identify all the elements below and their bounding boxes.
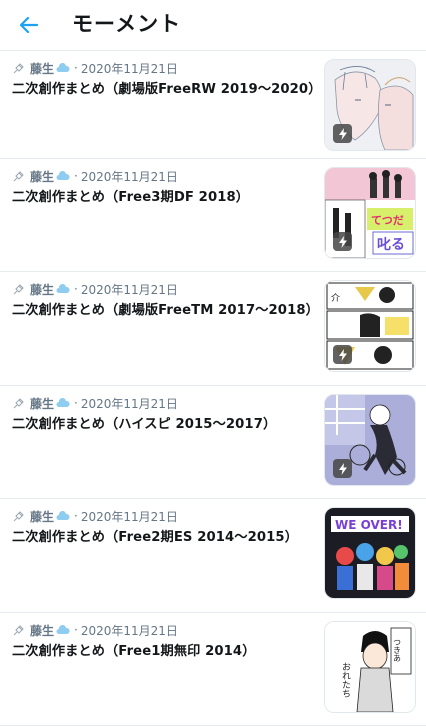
cloud-icon <box>56 171 70 180</box>
moment-date: 2020年11月21日 <box>80 396 178 411</box>
top-bar: モーメント <box>0 0 426 51</box>
lightning-icon <box>333 459 352 478</box>
moment-date: 2020年11月21日 <box>80 61 178 76</box>
moment-icon <box>13 397 24 408</box>
moment-meta: 藤生 · 2020年11月21日 <box>12 622 178 638</box>
moment-icon <box>13 510 24 521</box>
moment-title: 二次創作まとめ（ハイスピ 2015〜2017） <box>12 417 277 432</box>
moment-date: 2020年11月21日 <box>80 623 178 638</box>
page-title: モーメント <box>72 12 182 36</box>
moment-thumbnail[interactable]: WE OVER! <box>324 507 416 599</box>
svg-text:てつだ: てつだ <box>371 214 404 227</box>
thumbnail-image: おれたち つきあ <box>325 622 415 712</box>
moment-icon <box>13 62 24 73</box>
moment-title: 二次創作まとめ（Free3期DF 2018） <box>12 190 250 205</box>
moment-title: 二次創作まとめ（劇場版FreeTM 2017〜2018） <box>12 303 319 318</box>
svg-text:つきあ: つきあ <box>393 638 402 662</box>
moment-icon <box>13 170 24 181</box>
moment-title: 二次創作まとめ（Free1期無印 2014） <box>12 644 256 659</box>
cloud-icon <box>56 511 70 520</box>
moment-item[interactable]: 藤生 · 2020年11月21日 二次創作まとめ（Free1期無印 2014） … <box>0 613 426 726</box>
moment-title: 二次創作まとめ（劇場版FreeRW 2019〜2020） <box>12 82 322 97</box>
moment-item[interactable]: 藤生 · 2020年11月21日 二次創作まとめ（劇場版FreeRW 2019〜… <box>0 51 426 159</box>
author-name[interactable]: 藤生 <box>30 281 54 298</box>
author-name[interactable]: 藤生 <box>30 395 54 412</box>
author-name[interactable]: 藤生 <box>30 508 54 525</box>
moment-thumbnail[interactable] <box>324 394 416 486</box>
moment-icon <box>13 283 24 294</box>
cloud-icon <box>56 398 70 407</box>
moment-date: 2020年11月21日 <box>80 169 178 184</box>
moment-meta: 藤生 · 2020年11月21日 <box>12 281 178 297</box>
author-name[interactable]: 藤生 <box>30 60 54 77</box>
lightning-icon <box>333 232 352 251</box>
moment-thumbnail[interactable]: てつだ 叱る <box>324 167 416 259</box>
svg-text:介: 介 <box>331 293 340 304</box>
moment-item[interactable]: 藤生 · 2020年11月21日 二次創作まとめ（ハイスピ 2015〜2017） <box>0 386 426 499</box>
author-name[interactable]: 藤生 <box>30 622 54 639</box>
back-arrow-icon <box>19 16 39 34</box>
moments-list: 藤生 · 2020年11月21日 二次創作まとめ（劇場版FreeRW 2019〜… <box>0 51 426 726</box>
moment-thumbnail[interactable]: 介 <box>324 280 416 372</box>
moment-icon <box>13 624 24 635</box>
cloud-icon <box>56 625 70 634</box>
author-name[interactable]: 藤生 <box>30 168 54 185</box>
moment-date: 2020年11月21日 <box>80 282 178 297</box>
moment-item[interactable]: 藤生 · 2020年11月21日 二次創作まとめ（Free2期ES 2014〜2… <box>0 499 426 613</box>
thumbnail-image: WE OVER! <box>325 508 415 598</box>
moment-meta: 藤生 · 2020年11月21日 <box>12 60 178 76</box>
svg-text:叱る: 叱る <box>377 237 405 253</box>
moment-item[interactable]: 藤生 · 2020年11月21日 二次創作まとめ（劇場版FreeTM 2017〜… <box>0 272 426 386</box>
moment-item[interactable]: 藤生 · 2020年11月21日 二次創作まとめ（Free3期DF 2018） … <box>0 159 426 272</box>
cloud-icon <box>56 284 70 293</box>
lightning-icon <box>333 345 352 364</box>
moment-meta: 藤生 · 2020年11月21日 <box>12 508 178 524</box>
lightning-icon <box>333 124 352 143</box>
moment-meta: 藤生 · 2020年11月21日 <box>12 168 178 184</box>
back-button[interactable] <box>14 10 44 40</box>
moment-title: 二次創作まとめ（Free2期ES 2014〜2015） <box>12 530 298 545</box>
moment-thumbnail[interactable]: おれたち つきあ <box>324 621 416 713</box>
moment-date: 2020年11月21日 <box>80 509 178 524</box>
moment-meta: 藤生 · 2020年11月21日 <box>12 395 178 411</box>
moment-thumbnail[interactable] <box>324 59 416 151</box>
svg-text:WE OVER!: WE OVER! <box>335 518 403 532</box>
cloud-icon <box>56 63 70 72</box>
